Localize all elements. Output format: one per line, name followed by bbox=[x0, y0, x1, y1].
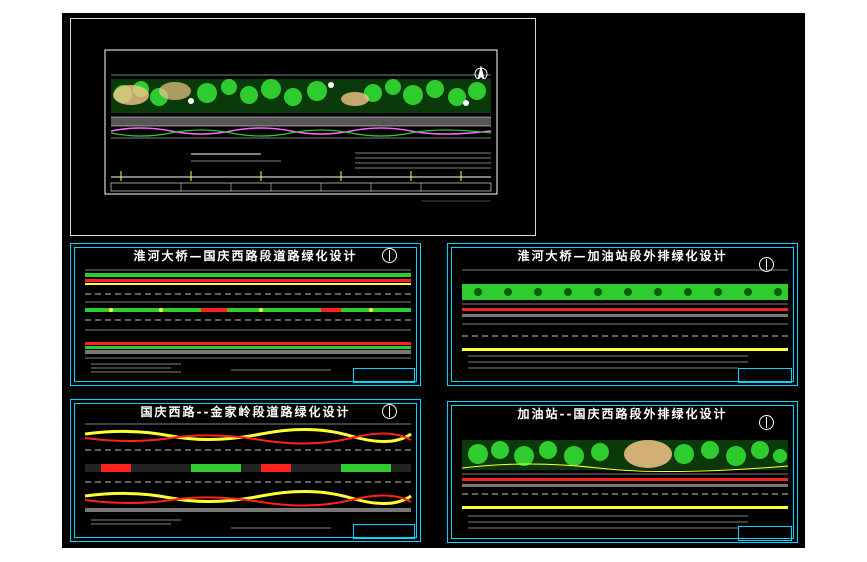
north-arrow-icon bbox=[474, 65, 488, 81]
title-block bbox=[738, 368, 792, 383]
plan-graphics bbox=[462, 269, 788, 369]
main-drawing-sheet[interactable] bbox=[70, 18, 536, 236]
sheet-road-greening-2[interactable]: 国庆西路--金家岭段道路绿化设计 bbox=[70, 399, 421, 542]
main-sheet-graphics bbox=[104, 49, 498, 202]
plan-graphics bbox=[85, 269, 411, 373]
title-block bbox=[738, 526, 792, 541]
title-block bbox=[353, 368, 415, 383]
title-block bbox=[353, 524, 415, 539]
sheet-road-greening-1[interactable]: 淮河大桥—国庆西路段道路绿化设计 bbox=[70, 243, 421, 386]
plan-graphics bbox=[84, 423, 412, 529]
sheet-outer-greening-2[interactable]: 加油站--国庆西路段外排绿化设计 bbox=[447, 401, 798, 543]
plan-graphics bbox=[461, 440, 789, 529]
sheet-outer-greening-1[interactable]: 淮河大桥—加油站段外排绿化设计 bbox=[447, 243, 798, 386]
